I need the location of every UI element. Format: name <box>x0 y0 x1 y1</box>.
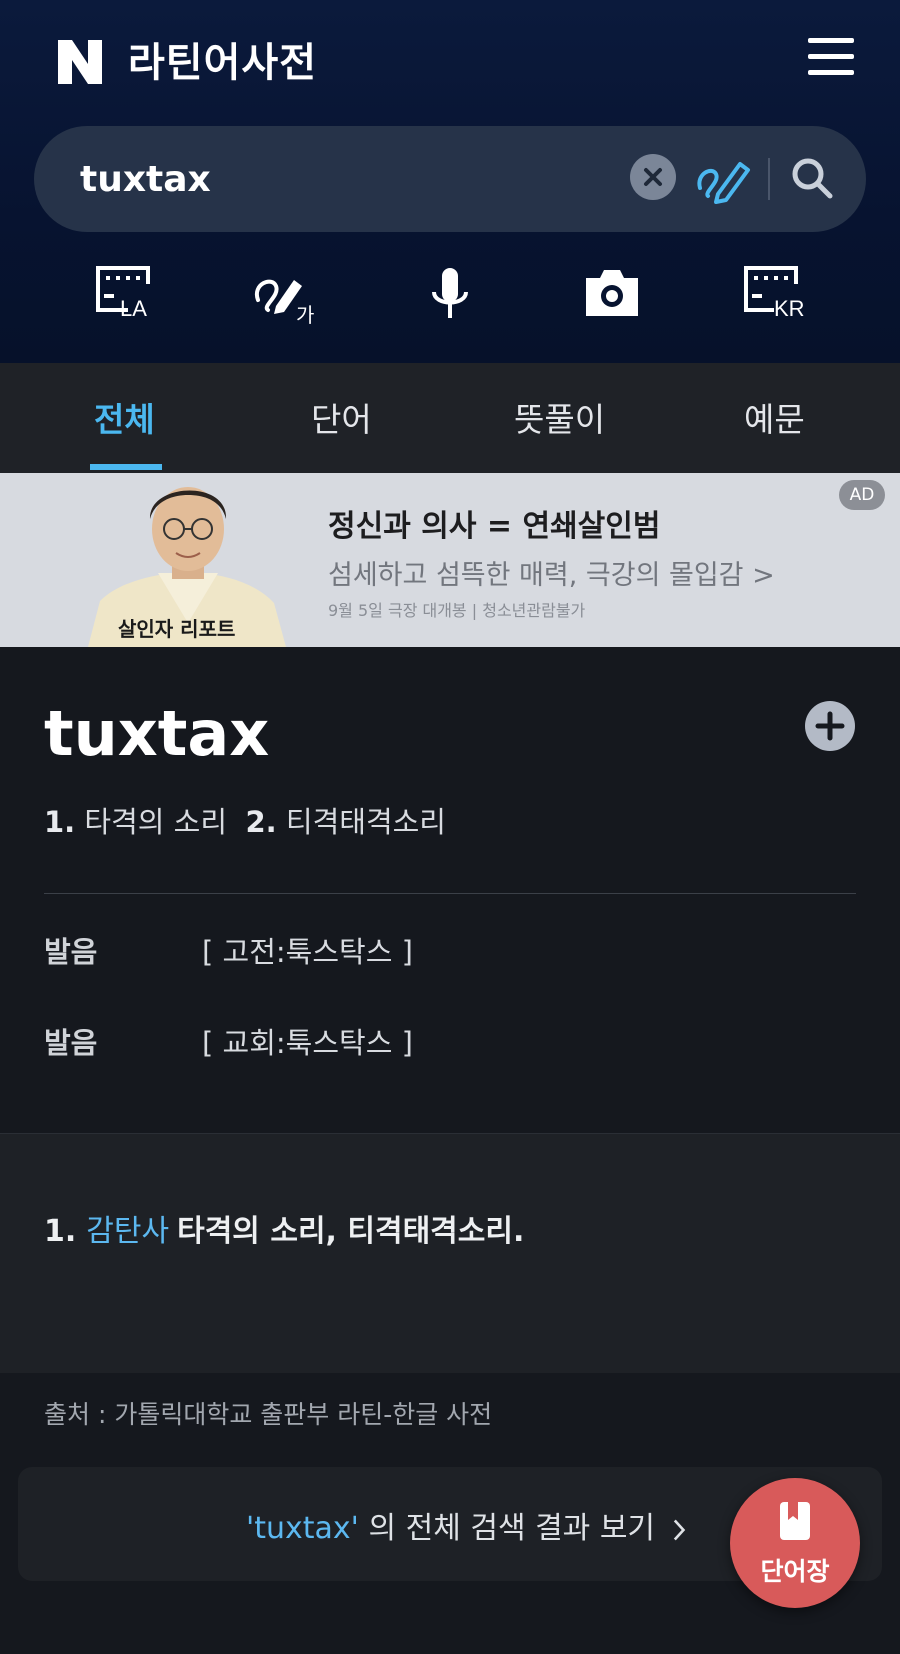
meaning-section: 1. 감탄사 타격의 소리, 티격태격소리. <box>0 1133 900 1373</box>
source-text: 출처 : 가톨릭대학교 출판부 라틴-한글 사전 <box>44 1400 493 1429</box>
search-icon[interactable] <box>784 150 840 206</box>
ad-subtitle: 섬세하고 섬뜩한 매력, 극강의 몰입감 > <box>328 560 775 591</box>
tab-bar: 전체 단어 뜻풀이 예문 <box>0 363 900 473</box>
tab-definitions[interactable]: 뜻풀이 <box>514 393 605 441</box>
pronunciation-label: 발음 <box>44 935 98 969</box>
input-tools: LA 가 KR <box>0 264 900 344</box>
korean-keyboard-label: KR <box>774 296 805 321</box>
entry-card: tuxtax 1. 타격의 소리 2. 티격태격소리 발음 [ 고전:툭스탁스 ]… <box>0 647 900 1133</box>
entry-summary: 1. 타격의 소리 2. 티격태격소리 <box>44 799 446 841</box>
pronunciation-ecclesiastical: 발음 [ 교회:툭스탁스 ] <box>44 1020 413 1062</box>
korean-keyboard-icon[interactable]: KR <box>744 264 824 334</box>
summary-text-1: 타격의 소리 <box>84 805 228 839</box>
meaning-text: 타격의 소리, 티격태격소리. <box>177 1214 525 1249</box>
app-title[interactable]: 라틴어사전 <box>128 30 317 88</box>
entry-divider <box>44 893 856 894</box>
full-result-label: 의 전체 검색 결과 보기 <box>358 1511 656 1546</box>
summary-text-2: 티격태격소리 <box>285 805 446 839</box>
latin-keyboard-icon[interactable]: LA <box>92 264 172 334</box>
pronunciation-classical: 발음 [ 고전:툭스탁스 ] <box>44 929 413 971</box>
meaning-num: 1. <box>44 1214 77 1249</box>
summary-num-1: 1. <box>44 805 76 839</box>
ad-caption: 살인자 리포트 <box>118 617 236 641</box>
handwriting-input-icon[interactable]: 가 <box>252 264 332 334</box>
clear-icon[interactable] <box>630 154 676 200</box>
ad-banner[interactable]: 살인자 리포트 정신과 의사 = 연쇄살인범 섬세하고 섬뜩한 매력, 극강의 … <box>0 473 900 647</box>
camera-icon[interactable] <box>572 264 652 334</box>
bookmark-book-icon <box>780 1502 810 1540</box>
part-of-speech-link[interactable]: 감탄사 <box>86 1214 169 1249</box>
chevron-right-icon <box>673 1519 685 1540</box>
entry-word: tuxtax <box>44 697 270 770</box>
pronunciation-value: [ 고전:툭스탁스 ] <box>202 935 413 969</box>
summary-num-2: 2. <box>245 805 277 839</box>
handwriting-icon[interactable] <box>694 148 754 208</box>
hamburger-menu-icon[interactable] <box>808 38 854 78</box>
latin-keyboard-label: LA <box>120 296 147 321</box>
vocab-button-label: 단어장 <box>760 1557 830 1586</box>
search-divider <box>768 158 770 200</box>
ad-small-text: 9월 5일 극장 대개봉 | 청소년관람불가 <box>328 601 586 620</box>
full-result-query: 'tuxtax' <box>246 1511 359 1546</box>
full-result-text: 'tuxtax' 의 전체 검색 결과 보기 <box>246 1503 689 1547</box>
tab-words[interactable]: 단어 <box>311 393 372 441</box>
meaning-line: 1. 감탄사 타격의 소리, 티격태격소리. <box>44 1206 524 1250</box>
tab-examples[interactable]: 예문 <box>744 393 805 441</box>
ad-badge[interactable]: AD <box>839 480 885 510</box>
microphone-icon[interactable] <box>410 264 490 334</box>
naver-logo-icon[interactable] <box>58 40 102 84</box>
pronunciation-label: 발음 <box>44 1026 98 1060</box>
ad-title: 정신과 의사 = 연쇄살인범 <box>328 509 661 544</box>
active-tab-indicator <box>90 464 162 470</box>
tab-all[interactable]: 전체 <box>94 393 155 441</box>
search-bar <box>34 126 866 232</box>
handwriting-input-label: 가 <box>296 303 314 327</box>
add-to-vocab-icon[interactable] <box>805 701 855 751</box>
app-header: 라틴어사전 LA <box>0 0 900 363</box>
search-input[interactable] <box>80 154 600 204</box>
vocab-button[interactable]: 단어장 <box>730 1478 860 1608</box>
pronunciation-value: [ 교회:툭스탁스 ] <box>202 1026 413 1060</box>
